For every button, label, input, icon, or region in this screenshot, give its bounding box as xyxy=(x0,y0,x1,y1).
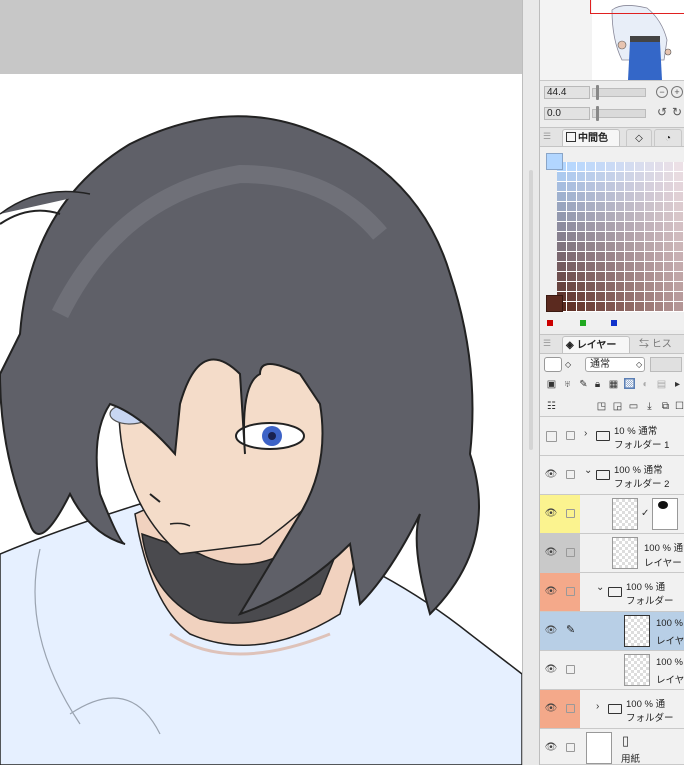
layer-row[interactable]: 👁︎ › 100 % 通フォルダー xyxy=(540,690,684,729)
layer-opacity-mode: 10 % 通常 xyxy=(614,426,658,437)
layer-opacity-mode: 100 % 通 xyxy=(626,582,666,593)
lock-toggle[interactable] xyxy=(566,704,575,713)
layer-opacity-mode: 100 % 通常 xyxy=(644,543,684,554)
check-icon[interactable]: ✓ xyxy=(641,508,649,519)
chevron-down-icon[interactable]: ⌄ xyxy=(596,582,604,593)
layer-row[interactable]: 👁︎ ⌄ 100 % 通フォルダー xyxy=(540,573,684,612)
layer-name: レイヤ xyxy=(656,636,684,647)
chevron-right-icon[interactable]: › xyxy=(584,428,587,439)
paper-icon: ▯ xyxy=(622,733,630,748)
chevron-down-icon[interactable]: ⌄ xyxy=(584,465,592,476)
layer-name: フォルダー 1 xyxy=(614,440,670,451)
layer-thumbnail xyxy=(624,615,650,647)
layer-row[interactable]: 👁︎ 100 % 通常レイヤー 3 xyxy=(540,534,684,573)
eye-icon[interactable]: 👁︎ xyxy=(544,468,558,482)
layer-name: 用紙 xyxy=(621,754,641,765)
layer-thumbnail xyxy=(624,654,650,686)
canvas-area[interactable] xyxy=(0,0,522,765)
lock-toggle[interactable] xyxy=(566,509,575,518)
layer-row[interactable]: › 10 % 通常フォルダー 1 xyxy=(540,417,684,456)
eye-icon[interactable]: 👁︎ xyxy=(544,702,558,716)
lock-toggle[interactable] xyxy=(566,743,575,752)
layer-opacity-mode: 100 % xyxy=(656,657,683,668)
eye-icon[interactable]: 👁︎ xyxy=(544,663,558,677)
eye-icon[interactable]: 👁︎ xyxy=(544,546,558,560)
lock-toggle[interactable] xyxy=(566,548,575,557)
folder-icon xyxy=(608,704,622,714)
eye-icon[interactable]: 👁︎ xyxy=(544,624,558,638)
folder-icon xyxy=(596,470,610,480)
folder-icon xyxy=(608,587,622,597)
layer-name: フォルダー xyxy=(626,713,674,724)
lock-toggle[interactable] xyxy=(566,470,575,479)
lock-toggle[interactable] xyxy=(566,431,575,440)
scroll-grip[interactable] xyxy=(529,170,533,450)
folder-icon xyxy=(596,431,610,441)
lock-toggle[interactable] xyxy=(566,587,575,596)
layer-opacity-mode: 100 % xyxy=(656,618,683,629)
artwork-illustration xyxy=(0,115,522,765)
canvas-paper[interactable] xyxy=(0,74,522,765)
layer-opacity-mode: 100 % 通常 xyxy=(614,465,663,476)
layer-thumbnail xyxy=(612,537,638,569)
layer-name: レイヤー 3 xyxy=(644,558,684,569)
layer-row[interactable]: 👁︎ ▯ 用紙 xyxy=(540,729,684,765)
layer-opacity-mode: 100 % 通 xyxy=(626,699,666,710)
right-panel: 44.4 − + 0.0 ↺ ↻ ☰ 中間色 ◇ ◔ ☰ ◈ レイヤー ⇆ ヒス… xyxy=(540,0,684,765)
pen-icon[interactable]: ✎ xyxy=(566,625,575,636)
layer-name: フォルダー xyxy=(626,596,674,607)
eye-icon[interactable] xyxy=(546,431,557,442)
layer-row[interactable]: 👁︎ 100 % レイヤ xyxy=(540,651,684,690)
layer-row[interactable]: 👁︎ ✎ 100 % レイヤ xyxy=(540,612,684,651)
layer-name: フォルダー 2 xyxy=(614,479,670,490)
lock-toggle[interactable] xyxy=(566,665,575,674)
panel-divider[interactable] xyxy=(522,0,540,765)
eye-icon[interactable]: 👁︎ xyxy=(544,741,558,755)
paper-thumbnail xyxy=(586,732,612,764)
layer-row[interactable]: 👁︎ ⌄ 100 % 通常 フォルダー 2 xyxy=(540,456,684,495)
layer-thumbnail xyxy=(612,498,638,530)
chevron-right-icon[interactable]: › xyxy=(596,701,599,712)
eye-icon[interactable]: 👁︎ xyxy=(544,507,558,521)
mask-thumbnail xyxy=(652,498,678,530)
layer-row[interactable]: 👁︎✓10レ xyxy=(540,495,684,534)
eye-icon[interactable]: 👁︎ xyxy=(544,585,558,599)
layer-list: ›10 % 通常フォルダー 1👁︎⌄100 % 通常フォルダー 2👁︎✓10レ👁… xyxy=(540,0,684,765)
layer-name: レイヤ xyxy=(656,675,684,686)
